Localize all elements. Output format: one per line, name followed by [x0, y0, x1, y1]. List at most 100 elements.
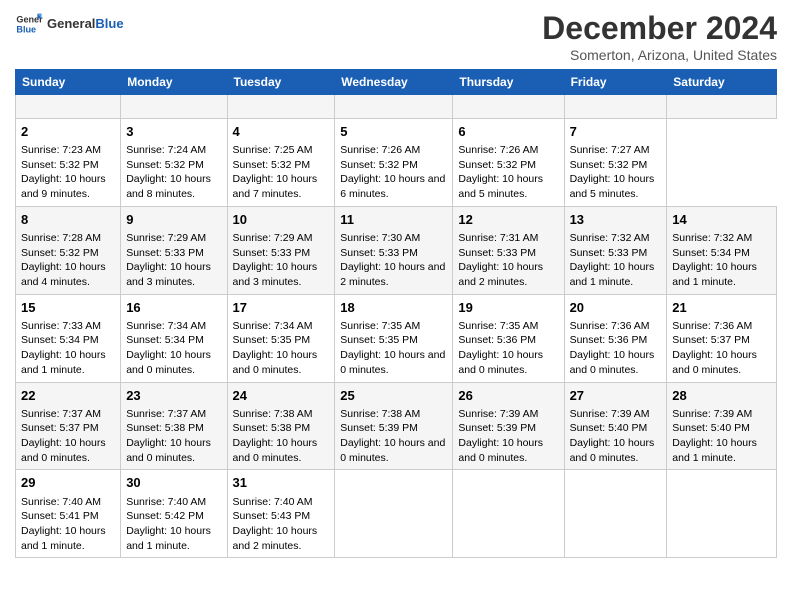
day-number: 22: [21, 387, 115, 405]
sunrise-text: Sunrise: 7:39 AM: [570, 408, 650, 420]
daylight-text: Daylight: 10 hours and 6 minutes.: [340, 173, 445, 200]
header: General Blue GeneralBlue December 2024 S…: [15, 10, 777, 63]
sunrise-text: Sunrise: 7:26 AM: [458, 144, 538, 156]
calendar-cell: 12Sunrise: 7:31 AMSunset: 5:33 PMDayligh…: [453, 206, 564, 294]
calendar-cell: 18Sunrise: 7:35 AMSunset: 5:35 PMDayligh…: [335, 294, 453, 382]
sunrise-text: Sunrise: 7:39 AM: [458, 408, 538, 420]
day-number: 27: [570, 387, 662, 405]
sunset-text: Sunset: 5:34 PM: [21, 334, 99, 346]
calendar-week-row: 22Sunrise: 7:37 AMSunset: 5:37 PMDayligh…: [16, 382, 777, 470]
calendar-cell: 16Sunrise: 7:34 AMSunset: 5:34 PMDayligh…: [121, 294, 227, 382]
day-number: 18: [340, 299, 447, 317]
day-header-sunday: Sunday: [16, 70, 121, 95]
calendar-week-row: 29Sunrise: 7:40 AMSunset: 5:41 PMDayligh…: [16, 470, 777, 558]
daylight-text: Daylight: 10 hours and 0 minutes.: [21, 437, 106, 464]
sunset-text: Sunset: 5:33 PM: [340, 247, 418, 259]
calendar-cell: 23Sunrise: 7:37 AMSunset: 5:38 PMDayligh…: [121, 382, 227, 470]
calendar-week-row: 2Sunrise: 7:23 AMSunset: 5:32 PMDaylight…: [16, 118, 777, 206]
sunset-text: Sunset: 5:33 PM: [233, 247, 311, 259]
sunrise-text: Sunrise: 7:28 AM: [21, 232, 101, 244]
day-number: 19: [458, 299, 558, 317]
day-header-wednesday: Wednesday: [335, 70, 453, 95]
day-number: 20: [570, 299, 662, 317]
sunset-text: Sunset: 5:43 PM: [233, 510, 311, 522]
calendar-cell: 10Sunrise: 7:29 AMSunset: 5:33 PMDayligh…: [227, 206, 335, 294]
sunset-text: Sunset: 5:32 PM: [21, 247, 99, 259]
sunset-text: Sunset: 5:32 PM: [570, 159, 648, 171]
page-container: General Blue GeneralBlue December 2024 S…: [0, 0, 792, 568]
sunrise-text: Sunrise: 7:26 AM: [340, 144, 420, 156]
sunset-text: Sunset: 5:32 PM: [233, 159, 311, 171]
calendar-week-row: 8 Sunrise: 7:28 AM Sunset: 5:32 PM Daylight…: [16, 206, 777, 294]
daylight-text: Daylight: 10 hours and 1 minute.: [672, 261, 757, 288]
sunset-text: Sunset: 5:33 PM: [570, 247, 648, 259]
calendar-cell: 17Sunrise: 7:34 AMSunset: 5:35 PMDayligh…: [227, 294, 335, 382]
calendar-cell: 2Sunrise: 7:23 AMSunset: 5:32 PMDaylight…: [16, 118, 121, 206]
calendar-cell: 28Sunrise: 7:39 AMSunset: 5:40 PMDayligh…: [667, 382, 777, 470]
daylight-text: Daylight: 10 hours and 1 minute.: [570, 261, 655, 288]
calendar-cell: [564, 470, 667, 558]
sunrise-text: Sunrise: 7:23 AM: [21, 144, 101, 156]
sunset-text: Sunset: 5:39 PM: [458, 422, 536, 434]
calendar-cell: 11Sunrise: 7:30 AMSunset: 5:33 PMDayligh…: [335, 206, 453, 294]
daylight-text: Daylight: 10 hours and 0 minutes.: [233, 437, 318, 464]
calendar-cell: 15Sunrise: 7:33 AMSunset: 5:34 PMDayligh…: [16, 294, 121, 382]
day-header-monday: Monday: [121, 70, 227, 95]
daylight-text: Daylight: 10 hours and 0 minutes.: [672, 349, 757, 376]
day-header-tuesday: Tuesday: [227, 70, 335, 95]
daylight-text: Daylight: 10 hours and 2 minutes.: [233, 525, 318, 552]
day-number: 25: [340, 387, 447, 405]
daylight-text: Daylight: 10 hours and 0 minutes.: [458, 349, 543, 376]
svg-text:Blue: Blue: [16, 24, 36, 34]
calendar-cell: [453, 95, 564, 119]
day-number: 7: [570, 123, 662, 141]
calendar-cell: [453, 470, 564, 558]
subtitle: Somerton, Arizona, United States: [542, 47, 777, 63]
daylight-text: Daylight: 10 hours and 3 minutes.: [126, 261, 211, 288]
daylight-text: Daylight: 10 hours and 0 minutes.: [126, 349, 211, 376]
logo-blue: Blue: [95, 16, 123, 31]
sunrise-text: Sunrise: 7:31 AM: [458, 232, 538, 244]
sunrise-text: Sunrise: 7:34 AM: [233, 320, 313, 332]
sunset-text: Sunset: 5:37 PM: [21, 422, 99, 434]
sunset-text: Sunset: 5:40 PM: [672, 422, 750, 434]
calendar-week-row: 15Sunrise: 7:33 AMSunset: 5:34 PMDayligh…: [16, 294, 777, 382]
day-number: 26: [458, 387, 558, 405]
sunset-text: Sunset: 5:32 PM: [126, 159, 204, 171]
sunset-text: Sunset: 5:33 PM: [126, 247, 204, 259]
calendar-cell: 21Sunrise: 7:36 AMSunset: 5:37 PMDayligh…: [667, 294, 777, 382]
calendar-cell: 24Sunrise: 7:38 AMSunset: 5:38 PMDayligh…: [227, 382, 335, 470]
calendar-cell: 13Sunrise: 7:32 AMSunset: 5:33 PMDayligh…: [564, 206, 667, 294]
day-number: 9: [126, 211, 221, 229]
daylight-text: Daylight: 10 hours and 5 minutes.: [570, 173, 655, 200]
day-number: 8: [21, 211, 115, 229]
day-header-thursday: Thursday: [453, 70, 564, 95]
day-number: 31: [233, 474, 330, 492]
day-number: 6: [458, 123, 558, 141]
day-number: 23: [126, 387, 221, 405]
day-number: 28: [672, 387, 771, 405]
calendar-cell: [564, 95, 667, 119]
sunrise-text: Sunrise: 7:40 AM: [126, 496, 206, 508]
sunset-text: Sunset: 5:32 PM: [458, 159, 536, 171]
calendar-cell: 22Sunrise: 7:37 AMSunset: 5:37 PMDayligh…: [16, 382, 121, 470]
calendar-week-row: [16, 95, 777, 119]
daylight-text: Daylight: 10 hours and 2 minutes.: [340, 261, 445, 288]
sunrise-text: Sunrise: 7:40 AM: [21, 496, 101, 508]
daylight-text: Daylight: 10 hours and 7 minutes.: [233, 173, 318, 200]
calendar-cell: [121, 95, 227, 119]
calendar-cell: 27Sunrise: 7:39 AMSunset: 5:40 PMDayligh…: [564, 382, 667, 470]
calendar-header-row: SundayMondayTuesdayWednesdayThursdayFrid…: [16, 70, 777, 95]
day-header-friday: Friday: [564, 70, 667, 95]
sunrise-text: Sunrise: 7:39 AM: [672, 408, 752, 420]
calendar-cell: 19Sunrise: 7:35 AMSunset: 5:36 PMDayligh…: [453, 294, 564, 382]
day-number: 3: [126, 123, 221, 141]
sunrise-text: Sunrise: 7:36 AM: [672, 320, 752, 332]
calendar-cell: [335, 470, 453, 558]
daylight-text: Daylight: 10 hours and 0 minutes.: [458, 437, 543, 464]
sunset-text: Sunset: 5:42 PM: [126, 510, 204, 522]
day-number: 12: [458, 211, 558, 229]
sunrise-text: Sunrise: 7:27 AM: [570, 144, 650, 156]
daylight-text: Daylight: 10 hours and 5 minutes.: [458, 173, 543, 200]
title-block: December 2024 Somerton, Arizona, United …: [542, 10, 777, 63]
